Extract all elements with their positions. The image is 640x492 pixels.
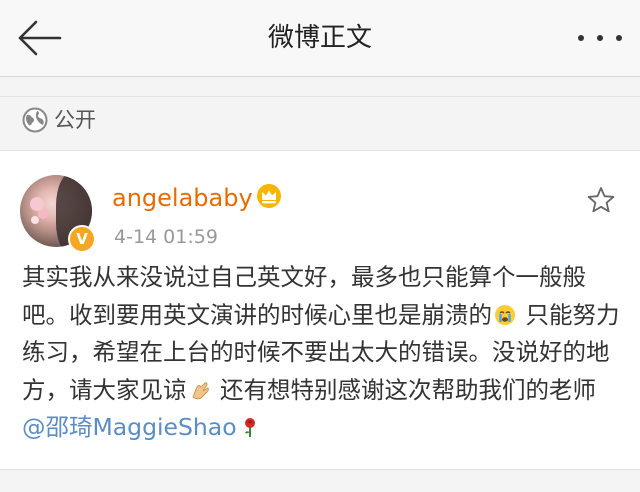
post-text-part3: 还有想特别感谢这次帮助我们的老师 xyxy=(212,375,596,404)
star-outline-icon[interactable] xyxy=(586,185,616,215)
verified-v-icon: V xyxy=(68,225,96,253)
top-navigation-bar: 微博正文 xyxy=(0,0,640,77)
page-title: 微博正文 xyxy=(267,23,372,53)
visibility-label: 公开 xyxy=(54,108,96,132)
clapping-hands-emoji xyxy=(191,381,209,399)
rose-emoji xyxy=(244,418,255,437)
crown-icon[interactable] xyxy=(256,183,282,209)
post-text: 其实我从来没说过自己英文好，最多也只能算个一般般吧。收到要用英文演讲的时候心里也… xyxy=(22,259,622,447)
mention-link[interactable]: @邵琦MaggieShao xyxy=(22,413,237,441)
crying-face-emoji xyxy=(495,304,515,325)
globe-icon xyxy=(22,107,48,133)
username-link[interactable]: angelababy xyxy=(112,181,253,215)
weibo-post-card: V angelababy 4-14 01:59 其实我从来没说过自己英文好，最多… xyxy=(0,150,640,470)
visibility-row: 公开 xyxy=(0,96,640,151)
post-timestamp: 4-14 01:59 xyxy=(114,226,218,248)
more-dots-icon[interactable] xyxy=(578,24,622,52)
